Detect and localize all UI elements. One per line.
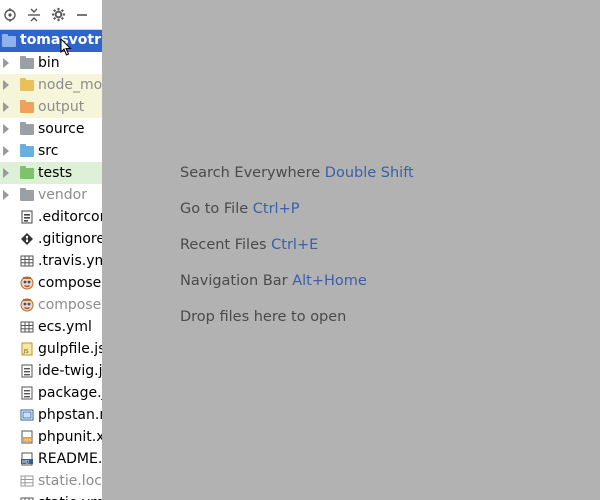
editor-hint: Navigation Bar Alt+Home	[180, 273, 367, 289]
gear-icon[interactable]	[48, 5, 68, 25]
tree-item-label: phpunit.xml	[38, 429, 102, 445]
tree-item-label: ecs.yml	[38, 319, 92, 335]
folder-icon	[20, 56, 34, 69]
svg-text:JS: JS	[23, 349, 30, 355]
collapse-all-icon[interactable]	[24, 5, 44, 25]
chevron-right-icon[interactable]	[3, 146, 9, 156]
tree-file-row[interactable]: package.json	[0, 382, 102, 404]
chevron-right-icon[interactable]	[3, 102, 9, 112]
tree-file-row[interactable]: composer.json	[0, 272, 102, 294]
composer-icon	[20, 298, 34, 312]
table-icon	[20, 320, 34, 334]
tree-item-label: phpstan.neon	[38, 407, 102, 423]
folder-icon	[2, 34, 16, 47]
hint-shortcut: Double Shift	[324, 165, 414, 181]
tree-item-label: .travis.yml	[38, 253, 102, 269]
chevron-right-icon[interactable]	[3, 58, 9, 68]
folder-icon	[20, 122, 34, 135]
locate-icon[interactable]	[0, 5, 20, 25]
tree-item-label: ide-twig.json	[38, 363, 102, 379]
tree-folder-row[interactable]: output	[0, 96, 102, 118]
tree-item-label: vendor	[38, 187, 87, 203]
tree-file-row[interactable]: phpstan.neon	[0, 404, 102, 426]
tree-item-label: statie.lock	[38, 473, 102, 489]
md-icon: MD	[20, 452, 34, 466]
editor-empty-area[interactable]: Search Everywhere Double Shift Go to File…	[102, 0, 600, 500]
tree-item-label: output	[38, 99, 85, 115]
tree-item-label: statie.yml	[38, 495, 102, 500]
tree-file-row[interactable]: MD README.md	[0, 448, 102, 470]
tree-folder-row[interactable]: src	[0, 140, 102, 162]
tree-folder-row[interactable]: source	[0, 118, 102, 140]
chevron-right-icon[interactable]	[3, 80, 9, 90]
composer-icon	[20, 276, 34, 290]
tree-file-row[interactable]: </> phpunit.xml	[0, 426, 102, 448]
table-icon	[20, 496, 34, 500]
tree-item-label: composer.lock	[38, 297, 102, 313]
tree-item-label: source	[38, 121, 85, 137]
tree-file-row[interactable]: .gitignore	[0, 228, 102, 250]
tree-folder-row[interactable]: tests	[0, 162, 102, 184]
neon-icon	[20, 408, 34, 422]
tree-file-row[interactable]: ecs.yml	[0, 316, 102, 338]
tree-item-label: src	[38, 143, 59, 159]
tree-item-label: composer.json	[38, 275, 102, 291]
hint-text: Search Everywhere	[180, 165, 321, 181]
tree-item-label: gulpfile.js	[38, 341, 102, 357]
tree-file-row[interactable]: ide-twig.json	[0, 360, 102, 382]
tree-item-label: package.json	[38, 385, 102, 401]
hint-text: Recent Files	[180, 237, 267, 253]
tree-item-label: tests	[38, 165, 73, 181]
svg-text:MD: MD	[22, 459, 29, 464]
tree-item-label: bin	[38, 55, 60, 71]
tree-file-row[interactable]: statie.lock	[0, 470, 102, 492]
editor-hint: Recent Files Ctrl+E	[180, 237, 318, 253]
hint-shortcut: Ctrl+P	[252, 201, 300, 217]
chevron-right-icon[interactable]	[3, 124, 9, 134]
tree-item-label: node_modules	[38, 77, 102, 93]
tree-root[interactable]: tomasvotruba	[0, 30, 102, 56]
editorconfig-icon	[20, 210, 34, 224]
lock-icon	[20, 474, 34, 488]
folder-icon	[20, 144, 34, 157]
tree-file-row[interactable]: composer.lock	[0, 294, 102, 316]
tree-folder-row[interactable]: bin	[0, 52, 102, 74]
hint-text: Navigation Bar	[180, 273, 288, 289]
editor-hint: Search Everywhere Double Shift	[180, 165, 414, 181]
hint-text: Drop files here to open	[180, 309, 347, 325]
js-icon: JS	[20, 342, 34, 356]
json-icon	[20, 364, 34, 378]
tree-file-row[interactable]: statie.yml	[0, 492, 102, 500]
hint-shortcut: Ctrl+E	[271, 237, 319, 253]
editor-hint: Drop files here to open	[180, 309, 346, 325]
tree-item-label: README.md	[38, 451, 102, 467]
project-toolbar	[0, 0, 102, 30]
project-sidebar: tomasvotruba bin node_modulesoutput source…	[0, 0, 102, 500]
json-icon	[20, 386, 34, 400]
editor-hint: Go to File Ctrl+P	[180, 201, 299, 217]
folder-icon	[20, 188, 34, 201]
chevron-right-icon[interactable]	[3, 190, 9, 200]
chevron-right-icon[interactable]	[3, 168, 9, 178]
tree-folder-row[interactable]: vendor	[0, 184, 102, 206]
tree-file-row[interactable]: .travis.yml	[0, 250, 102, 272]
hint-shortcut: Alt+Home	[292, 273, 367, 289]
xml-icon: </>	[20, 430, 34, 444]
folder-icon	[20, 166, 34, 179]
tree-folder-row[interactable]: node_modules	[0, 74, 102, 96]
tree-item-label: .editorconfig	[38, 209, 102, 225]
minimize-icon[interactable]	[72, 5, 92, 25]
tree-file-row[interactable]: JS gulpfile.js	[0, 338, 102, 360]
hint-text: Go to File	[180, 201, 249, 217]
svg-text:</>: </>	[24, 437, 32, 442]
tree-item-label: .gitignore	[38, 231, 102, 247]
table-icon	[20, 254, 34, 268]
folder-icon	[20, 100, 34, 113]
folder-icon	[20, 78, 34, 91]
git-icon	[20, 232, 34, 246]
tree-file-row[interactable]: .editorconfig	[0, 206, 102, 228]
project-tree: tomasvotruba bin node_modulesoutput source…	[0, 30, 102, 500]
